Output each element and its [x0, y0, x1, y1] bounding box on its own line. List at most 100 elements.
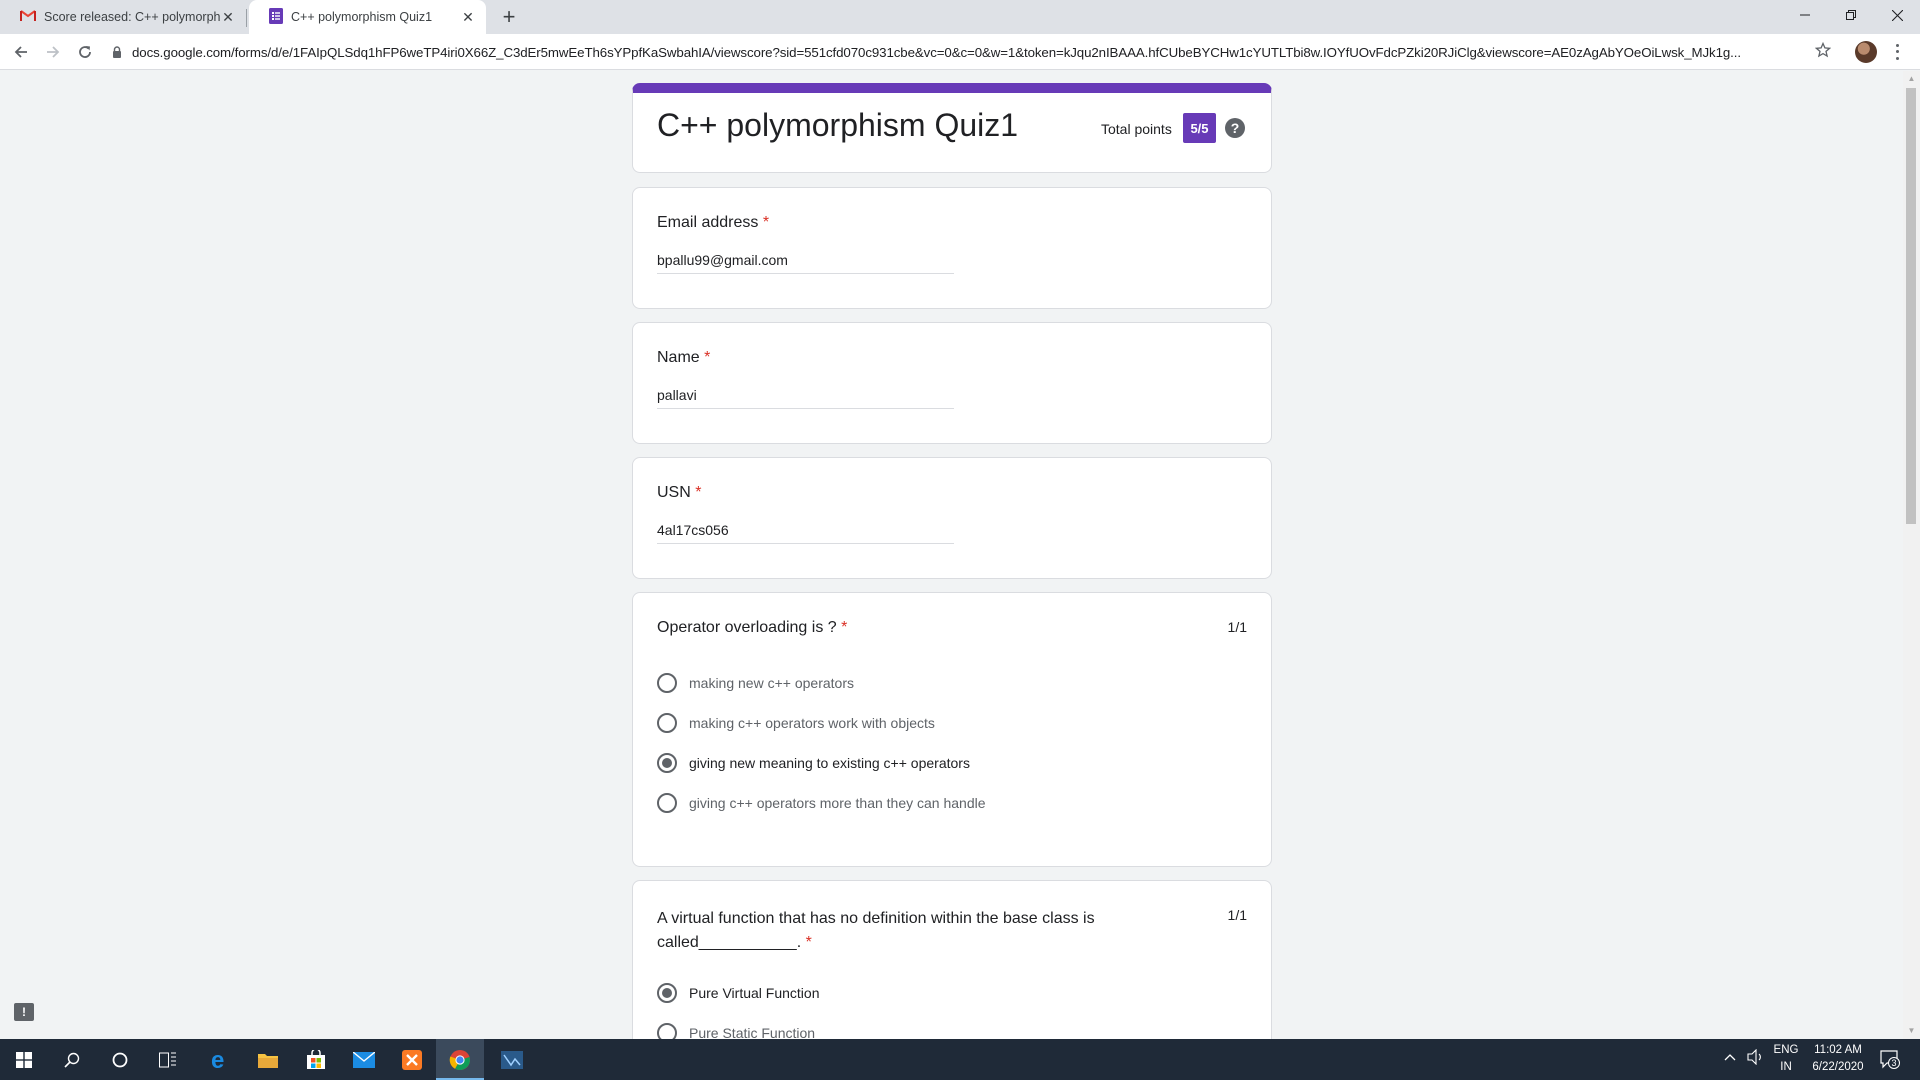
minimize-icon [1800, 14, 1810, 16]
restore-icon [1846, 10, 1856, 20]
option-label: giving c++ operators more than they can … [689, 795, 986, 811]
chrome-menu-icon[interactable] [1894, 42, 1900, 62]
name-answer: pallavi [657, 387, 954, 409]
clock-time: 11:02 AM [1814, 1044, 1862, 1056]
taskbar-mail[interactable] [340, 1039, 388, 1080]
form-header-card: C++ polymorphism Quiz1 Total points 5/5 … [632, 83, 1272, 173]
radio-button [657, 1023, 677, 1039]
profile-avatar[interactable] [1855, 41, 1877, 63]
answer-option-selected: giving new meaning to existing c++ opera… [657, 751, 970, 775]
tab-gmail[interactable]: Score released: C++ polymorphism ✕ [0, 0, 246, 34]
search-button[interactable] [48, 1039, 96, 1080]
action-center-button[interactable]: 3 [1878, 1049, 1900, 1071]
windows-taskbar: e ENG IN 11:02 AM 6/22/2020 3 [0, 1039, 1920, 1080]
radio-button-checked [657, 753, 677, 773]
name-label: Name * [657, 349, 711, 366]
forward-button[interactable] [40, 39, 66, 65]
windows-logo-icon [16, 1051, 32, 1068]
option-label: Pure Virtual Function [689, 985, 820, 1001]
notification-count: 3 [1888, 1057, 1900, 1069]
back-arrow-icon [14, 46, 27, 58]
scroll-down-icon[interactable]: ▼ [1907, 1027, 1916, 1035]
name-card: Name * pallavi [632, 322, 1272, 444]
question-text: Operator overloading is ? * [657, 619, 848, 636]
gmail-icon [20, 9, 36, 25]
question-text: A virtual function that has no definitio… [657, 910, 1095, 951]
answer-option: Pure Static Function [657, 1021, 815, 1039]
url-text: docs.google.com/forms/d/e/1FAIpQLSdq1hFP… [132, 44, 1741, 60]
email-label: Email address * [657, 214, 770, 231]
radio-button-checked [657, 983, 677, 1003]
tab-separator [246, 9, 247, 27]
page-scrollbar[interactable]: ▲ ▼ [1903, 71, 1920, 1039]
xampp-icon [402, 1049, 422, 1070]
restore-button[interactable] [1828, 0, 1874, 30]
email-card: Email address * bpallu99@gmail.com [632, 187, 1272, 309]
scroll-up-icon[interactable]: ▲ [1907, 75, 1916, 83]
store-icon [307, 1049, 325, 1069]
input-language[interactable]: ENG IN [1770, 1042, 1802, 1076]
question-points: 1/1 [1227, 619, 1247, 635]
folder-icon [258, 1053, 278, 1068]
option-label: making new c++ operators [689, 675, 854, 691]
browser-toolbar: docs.google.com/forms/d/e/1FAIpQLSdq1hFP… [0, 34, 1920, 70]
total-points-label: Total points [1101, 121, 1172, 137]
chevron-up-icon [1724, 1054, 1736, 1061]
page-viewport: C++ polymorphism Quiz1 Total points 5/5 … [0, 71, 1920, 1039]
scroll-thumb[interactable] [1906, 88, 1916, 524]
usn-card: USN * 4al17cs056 [632, 457, 1272, 579]
mail-icon [353, 1051, 375, 1068]
search-icon [64, 1052, 80, 1068]
clock-date: 6/22/2020 [1812, 1061, 1864, 1073]
app-icon [501, 1050, 523, 1069]
radio-button [657, 793, 677, 813]
task-view-button[interactable] [144, 1039, 192, 1080]
edge-icon: e [211, 1049, 224, 1071]
answer-option: making new c++ operators [657, 671, 854, 695]
google-forms-icon [269, 7, 283, 27]
feedback-button[interactable]: ! [14, 1003, 34, 1021]
reload-icon [79, 46, 91, 58]
close-icon [1891, 9, 1903, 21]
tab-quiz[interactable]: C++ polymorphism Quiz1 ✕ [249, 0, 486, 34]
task-view-icon [159, 1052, 176, 1067]
reload-button[interactable] [72, 39, 98, 65]
option-label: Pure Static Function [689, 1025, 816, 1039]
address-bar[interactable]: docs.google.com/forms/d/e/1FAIpQLSdq1hFP… [112, 38, 1842, 66]
question-points: 1/1 [1227, 907, 1247, 923]
taskbar-chrome[interactable] [436, 1039, 484, 1080]
taskbar-xampp[interactable] [388, 1039, 436, 1080]
new-tab-button[interactable]: + [498, 4, 520, 29]
close-window-button[interactable] [1874, 0, 1920, 30]
question-card: Operator overloading is ? * 1/1 making n… [632, 592, 1272, 867]
minimize-button[interactable] [1782, 0, 1828, 30]
taskbar-store[interactable] [292, 1039, 340, 1080]
forward-arrow-icon [47, 46, 60, 58]
lock-icon [113, 46, 121, 58]
volume-icon[interactable] [1746, 1048, 1766, 1071]
taskbar-edge[interactable]: e [196, 1039, 244, 1080]
taskbar-app[interactable] [488, 1039, 536, 1080]
taskbar-file-explorer[interactable] [244, 1039, 292, 1080]
question-card: A virtual function that has no definitio… [632, 880, 1272, 1039]
clock[interactable]: 11:02 AM 6/22/2020 [1808, 1042, 1868, 1076]
browser-tab-strip: Score released: C++ polymorphism ✕ C++ p… [0, 0, 1920, 34]
svg-text:e: e [211, 1049, 224, 1071]
answer-option: making c++ operators work with objects [657, 711, 935, 735]
bookmark-star-icon[interactable] [1814, 41, 1832, 63]
usn-label: USN * [657, 484, 702, 501]
option-label: making c++ operators work with objects [689, 715, 935, 731]
form-title: C++ polymorphism Quiz1 [657, 107, 1019, 143]
tab-title: C++ polymorphism Quiz1 [291, 10, 433, 24]
help-icon[interactable]: ? [1225, 118, 1245, 138]
cortana-button[interactable] [96, 1039, 144, 1080]
option-label: giving new meaning to existing c++ opera… [689, 755, 970, 771]
start-button[interactable] [0, 1039, 48, 1080]
back-button[interactable] [8, 39, 34, 65]
close-tab-icon[interactable]: ✕ [220, 9, 236, 25]
chrome-icon [449, 1049, 470, 1070]
cortana-icon [112, 1052, 128, 1067]
answer-option: giving c++ operators more than they can … [657, 791, 986, 815]
show-hidden-icons[interactable] [1722, 1050, 1738, 1067]
close-tab-icon[interactable]: ✕ [460, 9, 476, 25]
